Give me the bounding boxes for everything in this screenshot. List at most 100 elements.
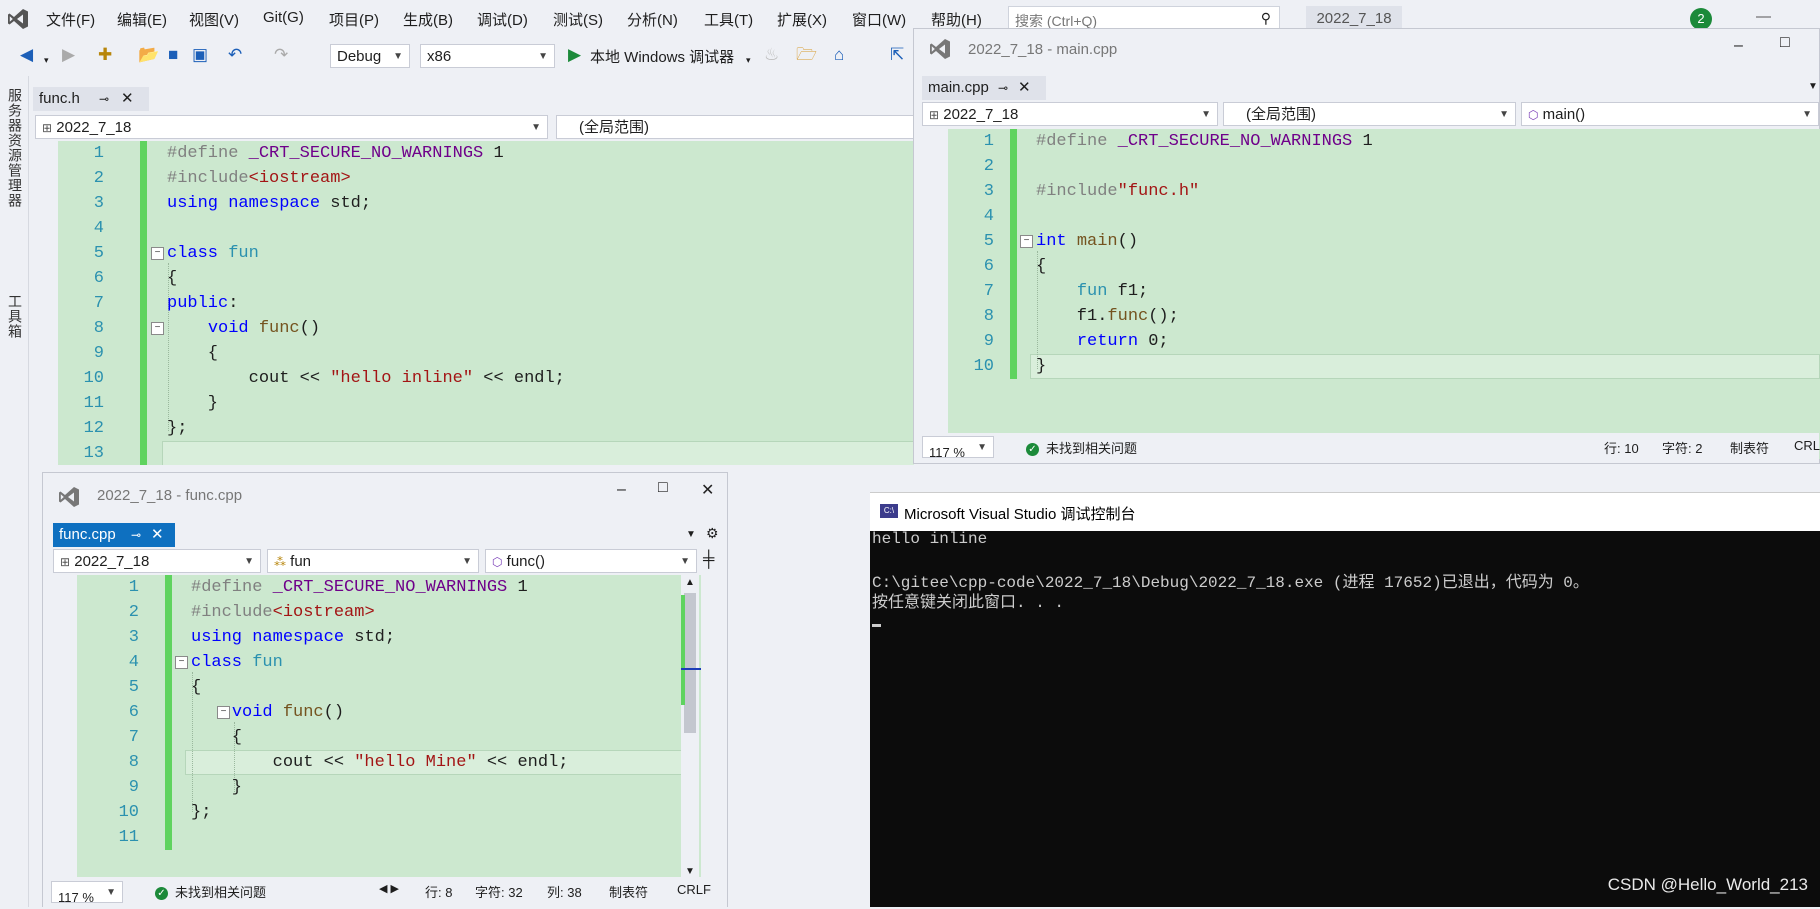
scrollbar-thumb[interactable]	[684, 593, 696, 733]
find-in-files-icon[interactable]: 🗁	[796, 45, 817, 65]
tab-mode[interactable]: 制表符	[609, 882, 648, 901]
menu-debug[interactable]: 调试(D)	[477, 9, 528, 30]
run-debugger-button[interactable]: 本地 Windows 调试器	[590, 46, 734, 67]
code-line: #define _CRT_SECURE_NO_WARNINGS 1	[1036, 132, 1373, 151]
scroll-up-icon[interactable]: ▲	[685, 577, 695, 588]
func-h-code-editor[interactable]: 1 2 3 4 5 6 7 8 9 10 11 12 13 − − #defin…	[58, 141, 914, 465]
issues-status[interactable]: 未找到相关问题	[1046, 438, 1137, 457]
minimize-icon[interactable]: –	[1734, 37, 1743, 55]
notification-badge[interactable]: 2	[1690, 8, 1712, 30]
issues-status[interactable]: 未找到相关问题	[175, 882, 266, 901]
scope-select[interactable]: (全局范围) ▼	[1223, 102, 1516, 126]
window-title: 2022_7_18 - func.cpp	[97, 487, 243, 504]
vertical-scrollbar[interactable]: ▲ ▼	[681, 575, 701, 879]
menu-project[interactable]: 项目(P)	[329, 9, 379, 30]
minimize-icon[interactable]: –	[617, 481, 626, 499]
code-line: #include<iostream>	[191, 603, 375, 622]
menu-view[interactable]: 视图(V)	[189, 9, 239, 30]
scope-value: (全局范围)	[1246, 106, 1316, 123]
pin-icon[interactable]: ⊸	[99, 87, 109, 111]
window-title: 2022_7_18 - main.cpp	[968, 41, 1118, 58]
main-cpp-code-editor[interactable]: 1 2 3 4 5 6 7 8 9 10 − #define _CRT_SECU…	[948, 129, 1820, 459]
scrollbar-change-marker	[681, 595, 685, 705]
line-ending[interactable]: CRL	[1794, 438, 1820, 453]
line-ending[interactable]: CRLF	[677, 882, 711, 897]
open-folder-icon[interactable]: 📂	[138, 45, 159, 65]
scope-select[interactable]: ⁂ fun ▼	[267, 549, 479, 573]
minimize-icon[interactable]: —	[1756, 8, 1771, 25]
chevron-down-icon[interactable]: ▼	[686, 529, 696, 540]
home-icon[interactable]: ⌂	[834, 45, 844, 65]
maximize-icon[interactable]: □	[1780, 34, 1790, 52]
close-icon[interactable]: ✕	[151, 523, 164, 547]
menu-extensions[interactable]: 扩展(X)	[777, 9, 827, 30]
line-number: 6	[983, 257, 994, 276]
member-select[interactable]: ⬡ func() ▼	[485, 549, 697, 573]
tab-func-h[interactable]: func.h ⊸ ✕	[33, 87, 149, 111]
close-icon[interactable]: ✕	[1018, 76, 1031, 100]
line-number: 3	[983, 182, 994, 201]
platform-select[interactable]: x86 ▼	[420, 44, 555, 68]
code-line: {	[1036, 257, 1047, 276]
zoom-select[interactable]: 117 % ▼	[51, 881, 123, 905]
scroll-down-icon[interactable]: ▼	[685, 866, 695, 877]
nav-arrows-icon[interactable]: ◀ ▶	[379, 882, 399, 895]
col-indicator: 列: 38	[547, 885, 582, 900]
console-output-line: 按任意键关闭此窗口. . .	[872, 594, 1065, 612]
tab-func-cpp[interactable]: func.cpp ⊸ ✕	[53, 523, 175, 547]
project-select[interactable]: ⊞ 2022_7_18 ▼	[35, 115, 548, 139]
collapse-icon[interactable]: −	[151, 247, 164, 260]
zoom-select[interactable]: 117 % ▼	[922, 436, 994, 460]
class-icon: ⁂	[274, 555, 286, 569]
menu-tools[interactable]: 工具(T)	[704, 9, 753, 30]
func-cpp-code-editor[interactable]: 1 2 3 4 5 6 7 8 9 10 11 − − #define _CRT…	[77, 575, 701, 879]
project-select[interactable]: ⊞ 2022_7_18 ▼	[922, 102, 1218, 126]
maximize-icon[interactable]: □	[658, 479, 668, 497]
menu-git[interactable]: Git(G)	[263, 9, 304, 26]
menu-analyze[interactable]: 分析(N)	[627, 9, 678, 30]
chevron-down-icon[interactable]: ▾	[44, 50, 49, 70]
undo-icon[interactable]: ↶	[228, 45, 242, 65]
debug-console-window[interactable]	[870, 492, 1820, 907]
chevron-down-icon[interactable]: ▾	[746, 50, 751, 70]
save-icon[interactable]: ■	[168, 45, 178, 65]
menu-file[interactable]: 文件(F)	[46, 9, 95, 30]
tab-mode[interactable]: 制表符	[1730, 438, 1769, 457]
line-number: 6	[128, 703, 139, 722]
menu-window[interactable]: 窗口(W)	[852, 9, 906, 30]
pin-icon[interactable]: ⊸	[131, 523, 141, 547]
code-line: int main()	[1036, 232, 1139, 251]
new-project-icon[interactable]: ✚	[98, 45, 112, 65]
back-icon[interactable]: ◀	[20, 45, 33, 65]
run-icon[interactable]: ▶	[568, 45, 581, 65]
toolbox-tab[interactable]: 工具箱	[5, 294, 25, 339]
collapse-icon[interactable]: −	[151, 322, 164, 335]
split-icon[interactable]: ╪	[703, 551, 714, 569]
menu-test[interactable]: 测试(S)	[553, 9, 603, 30]
func-h-tabstrip: func.h ⊸ ✕	[29, 86, 914, 112]
menu-build[interactable]: 生成(B)	[403, 9, 453, 30]
search-icon: ⚲	[1260, 10, 1271, 26]
project-select[interactable]: ⊞ 2022_7_18 ▼	[53, 549, 261, 573]
close-icon[interactable]: ✕	[701, 480, 714, 500]
tab-main-cpp[interactable]: main.cpp ⊸ ✕	[922, 76, 1046, 100]
config-select[interactable]: Debug ▼	[330, 44, 410, 68]
collapse-icon[interactable]: −	[1020, 235, 1033, 248]
save-all-icon[interactable]: ▣	[192, 45, 208, 65]
pin-icon[interactable]: ⊸	[998, 76, 1008, 100]
chevron-down-icon[interactable]: ▼	[1808, 81, 1818, 92]
collapse-icon[interactable]: −	[175, 656, 188, 669]
hot-reload-icon[interactable]: ♨	[764, 45, 779, 65]
close-icon[interactable]: ✕	[121, 87, 134, 111]
tab-label: func.h	[39, 90, 80, 107]
forward-icon[interactable]: ▶	[62, 45, 75, 65]
scope-select[interactable]: (全局范围)	[556, 115, 916, 139]
menu-help[interactable]: 帮助(H)	[931, 9, 982, 30]
member-select[interactable]: ⬡ main() ▼	[1521, 102, 1819, 126]
redo-icon[interactable]: ↷	[274, 45, 288, 65]
attach-icon[interactable]: ⇱	[890, 45, 904, 65]
gear-icon[interactable]: ⚙	[706, 525, 719, 542]
main-cpp-window: 2022_7_18 - main.cpp – □ main.cpp ⊸ ✕ ▼ …	[913, 28, 1820, 464]
menu-edit[interactable]: 编辑(E)	[117, 9, 167, 30]
server-explorer-tab[interactable]: 服务器资源管理器	[5, 88, 25, 208]
